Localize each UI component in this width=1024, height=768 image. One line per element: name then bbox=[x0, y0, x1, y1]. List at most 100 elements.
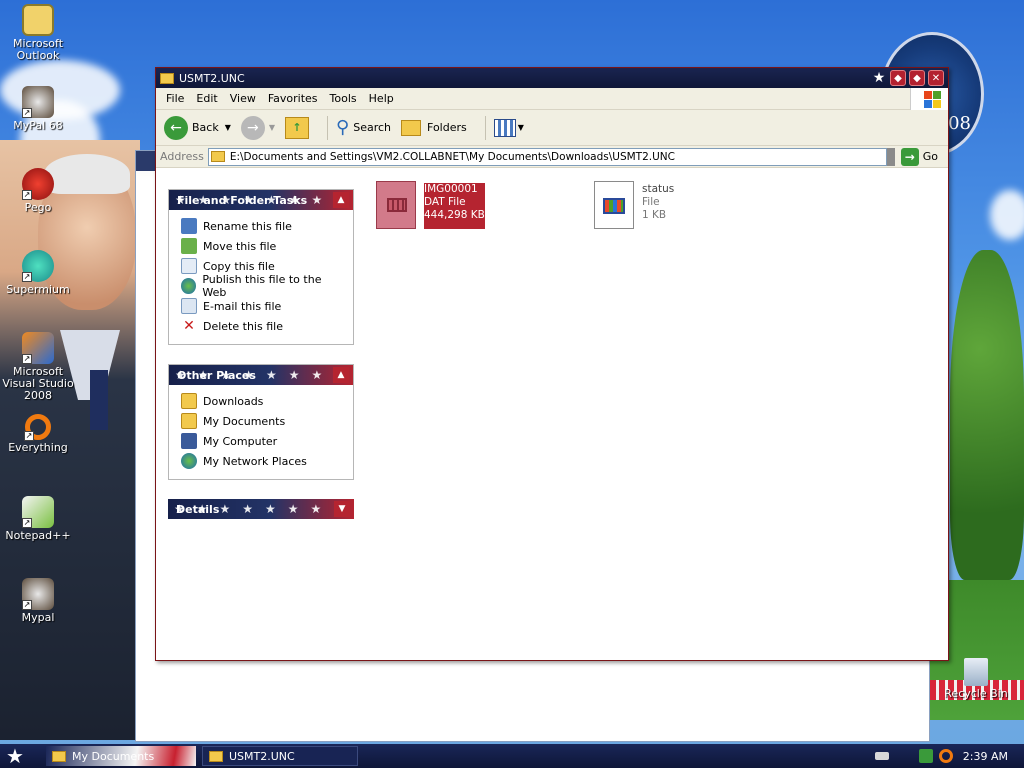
panel-title: Other Places bbox=[177, 368, 256, 382]
keyboard-icon[interactable] bbox=[874, 752, 889, 760]
views-button[interactable]: ▼ bbox=[493, 118, 524, 137]
address-dropdown[interactable] bbox=[886, 147, 895, 166]
back-button[interactable]: ← Back ▼ bbox=[164, 115, 231, 140]
move-file-task[interactable]: Move this file bbox=[181, 236, 343, 256]
delete-file-task[interactable]: ✕ Delete this file bbox=[181, 316, 343, 336]
search-icon: ⚲ bbox=[336, 117, 350, 138]
system-tray: 2:39 AM bbox=[874, 744, 1024, 768]
network-tray-icon[interactable] bbox=[918, 749, 933, 763]
copy-icon bbox=[181, 258, 197, 274]
network-places-icon bbox=[181, 453, 197, 469]
folder-icon bbox=[209, 750, 223, 762]
taskbar-item-label: My Documents bbox=[72, 749, 155, 763]
chevron-down-icon: ▼ bbox=[268, 123, 276, 132]
minimize-button[interactable]: ◆ bbox=[890, 70, 906, 86]
task-label: Move this file bbox=[203, 239, 277, 253]
email-file-task[interactable]: E-mail this file bbox=[181, 296, 343, 316]
title-bar[interactable]: USMT2.UNC ★ ◆ ◆ ✕ bbox=[156, 68, 948, 88]
menu-edit[interactable]: Edit bbox=[190, 92, 223, 105]
menu-favorites[interactable]: Favorites bbox=[262, 92, 324, 105]
move-icon bbox=[181, 238, 197, 254]
details-header[interactable]: ★★★★★★★★ Details ▼ bbox=[168, 499, 354, 519]
file-type: DAT File bbox=[424, 196, 466, 208]
place-my-computer[interactable]: My Computer bbox=[181, 431, 343, 451]
maximize-button[interactable]: ◆ bbox=[909, 70, 925, 86]
clock[interactable]: 2:39 AM bbox=[963, 750, 1008, 763]
pego-icon: ↗ bbox=[22, 168, 54, 200]
tree bbox=[950, 250, 1024, 580]
folders-button[interactable]: Folders bbox=[401, 119, 467, 136]
desktop-icon-visual-studio[interactable]: ↗ Microsoft Visual Studio 2008 bbox=[0, 332, 76, 402]
other-places-header[interactable]: ★★★★★★★★ Other Places ▲ bbox=[169, 365, 353, 385]
other-places-panel: ★★★★★★★★ Other Places ▲ Downloads My Doc… bbox=[168, 364, 354, 480]
expand-icon[interactable]: ▼ bbox=[334, 501, 350, 517]
forward-button[interactable]: → ▼ bbox=[240, 115, 276, 140]
desktop-icon-recycle-bin[interactable]: Recycle Bin bbox=[936, 658, 1016, 700]
folder-icon bbox=[160, 72, 174, 84]
task-label: E-mail this file bbox=[203, 299, 282, 313]
place-my-documents[interactable]: My Documents bbox=[181, 411, 343, 431]
desktop-icon-everything[interactable]: ↗ Everything bbox=[0, 414, 76, 454]
go-button[interactable]: → Go bbox=[900, 147, 938, 166]
desktop-icon-label: MyPal 68 bbox=[13, 119, 63, 132]
task-label: Rename this file bbox=[203, 219, 292, 233]
menu-tools[interactable]: Tools bbox=[324, 92, 363, 105]
visual-studio-icon: ↗ bbox=[22, 332, 54, 364]
place-label: My Documents bbox=[203, 414, 286, 428]
panel-title: Details bbox=[176, 502, 220, 516]
collapse-icon[interactable]: ▲ bbox=[333, 192, 349, 208]
taskbar-item-my-documents[interactable]: My Documents bbox=[46, 746, 196, 766]
explorer-window[interactable]: USMT2.UNC ★ ◆ ◆ ✕ File Edit View Favorit… bbox=[155, 67, 949, 661]
file-item[interactable]: status File 1 KB bbox=[594, 181, 674, 229]
globe-icon bbox=[181, 278, 197, 294]
supermium-icon: ↗ bbox=[22, 250, 54, 282]
place-label: My Computer bbox=[203, 434, 278, 448]
go-arrow-icon: → bbox=[900, 147, 919, 166]
file-type: File bbox=[642, 196, 660, 208]
menu-view[interactable]: View bbox=[224, 92, 262, 105]
desktop-icon-mypal[interactable]: ↗ Mypal bbox=[0, 578, 76, 624]
views-icon bbox=[493, 118, 516, 137]
desktop-icon-outlook[interactable]: Microsoft Outlook bbox=[0, 4, 76, 62]
address-bar: Address E:\Documents and Settings\VM2.CO… bbox=[156, 146, 948, 168]
folders-label: Folders bbox=[427, 121, 467, 134]
address-input[interactable]: E:\Documents and Settings\VM2.COLLABNET\… bbox=[207, 147, 887, 166]
file-tasks-header[interactable]: ★★★★★★★★ File and Folder Tasks ▲ bbox=[169, 190, 353, 210]
chevron-down-icon: ▼ bbox=[224, 123, 231, 132]
start-button[interactable]: ★ bbox=[0, 744, 30, 768]
desktop-icon-notepadpp[interactable]: ↗ Notepad++ bbox=[0, 496, 76, 542]
chevron-down-icon: ▼ bbox=[517, 123, 524, 132]
file-size: 444,298 KB bbox=[424, 209, 485, 221]
up-folder-button[interactable]: ↑ bbox=[285, 116, 310, 139]
desktop-icon-label: Mypal bbox=[21, 611, 55, 624]
star-icon: ★ bbox=[872, 70, 886, 86]
desktop-icon-mypal68[interactable]: ↗ MyPal 68 bbox=[0, 86, 76, 132]
task-label: Publish this file to the Web bbox=[202, 273, 322, 299]
file-item[interactable]: IMG00001 DAT File 444,298 KB bbox=[376, 181, 485, 229]
taskbar-item-usmt2[interactable]: USMT2.UNC bbox=[202, 746, 358, 766]
address-label: Address bbox=[160, 150, 204, 163]
taskbar: ★ My Documents USMT2.UNC 2:39 AM bbox=[0, 744, 1024, 768]
search-button[interactable]: ⚲ Search bbox=[336, 117, 391, 138]
rename-file-task[interactable]: Rename this file bbox=[181, 216, 343, 236]
menu-file[interactable]: File bbox=[160, 92, 190, 105]
toolbar: ← Back ▼ → ▼ ↑ ⚲ Search Folders ▼ bbox=[156, 110, 948, 146]
menu-bar: File Edit View Favorites Tools Help bbox=[156, 88, 948, 110]
desktop-icon-label: Everything bbox=[8, 441, 68, 454]
collapse-icon[interactable]: ▲ bbox=[333, 367, 349, 383]
close-button[interactable]: ✕ bbox=[928, 70, 944, 86]
file-tasks-panel: ★★★★★★★★ File and Folder Tasks ▲ Rename … bbox=[168, 189, 354, 345]
place-downloads[interactable]: Downloads bbox=[181, 391, 343, 411]
publish-file-task[interactable]: Publish this file to the Web bbox=[181, 273, 343, 299]
menu-help[interactable]: Help bbox=[363, 92, 400, 105]
windows-logo-icon bbox=[910, 88, 948, 110]
folder-icon bbox=[52, 750, 66, 762]
toolbar-separator bbox=[327, 115, 329, 140]
folder-icon bbox=[181, 393, 197, 409]
task-label: Delete this file bbox=[203, 319, 283, 333]
everything-tray-icon[interactable] bbox=[938, 749, 953, 763]
place-my-network[interactable]: My Network Places bbox=[181, 451, 343, 471]
desktop-icon-supermium[interactable]: ↗ Supermium bbox=[0, 250, 76, 296]
desktop-icon-label: Supermium bbox=[6, 283, 70, 296]
desktop-icon-pego[interactable]: ↗ Pego bbox=[0, 168, 76, 214]
